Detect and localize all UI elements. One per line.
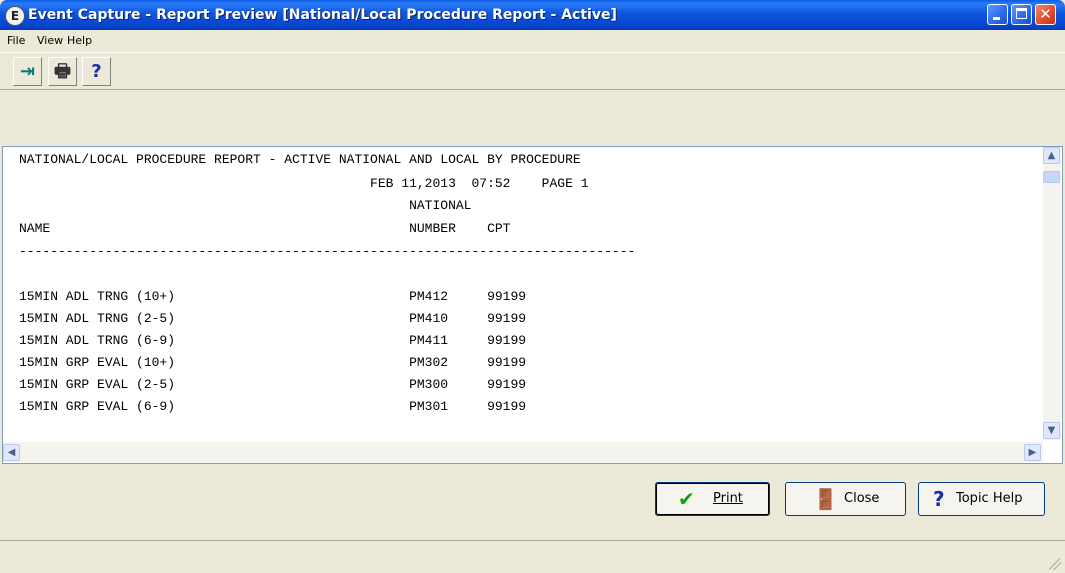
- report-line: NAME NUMBER CPT: [19, 221, 511, 236]
- status-bar: [0, 540, 1065, 573]
- report-line: FEB 11,2013 07:52 PAGE 1: [19, 176, 589, 191]
- horizontal-scrollbar[interactable]: ◀ ▶: [3, 442, 1043, 462]
- scroll-up-icon[interactable]: ▲: [1043, 147, 1060, 164]
- print-button-label: Print: [713, 491, 743, 506]
- menu-view[interactable]: View: [37, 33, 63, 49]
- question-icon: ?: [933, 487, 945, 511]
- report-row: 15MIN ADL TRNG (6-9) PM411 99199: [19, 333, 527, 348]
- scroll-down-icon[interactable]: ▼: [1043, 422, 1060, 439]
- window-title: Event Capture - Report Preview [National…: [28, 7, 617, 23]
- report-line: NATIONAL: [19, 198, 472, 213]
- vertical-scroll-thumb[interactable]: [1043, 171, 1060, 183]
- close-button[interactable]: 🚪 Close: [785, 482, 906, 516]
- vertical-scrollbar[interactable]: ▲ ▼: [1043, 147, 1061, 440]
- question-icon: ?: [91, 61, 102, 82]
- report-row: 15MIN GRP EVAL (6-9) PM301 99199: [19, 399, 527, 414]
- exit-toolbar-button[interactable]: ⇥: [13, 57, 42, 86]
- help-toolbar-button[interactable]: ?: [82, 57, 111, 86]
- report-viewer[interactable]: NATIONAL/LOCAL PROCEDURE REPORT - ACTIVE…: [2, 146, 1063, 464]
- door-exit-icon: 🚪: [813, 487, 838, 511]
- report-row: 15MIN ADL TRNG (10+) PM412 99199: [19, 289, 527, 304]
- menu-help[interactable]: Help: [67, 33, 92, 49]
- maximize-button[interactable]: [1011, 4, 1032, 25]
- scroll-left-icon[interactable]: ◀: [3, 444, 20, 461]
- report-row: 15MIN ADL TRNG (2-5) PM410 99199: [19, 311, 527, 326]
- close-icon: ✕: [1039, 5, 1052, 23]
- close-window-button[interactable]: ✕: [1035, 4, 1056, 25]
- topic-help-button[interactable]: ? Topic Help: [918, 482, 1045, 516]
- checkmark-icon: ✔: [678, 487, 695, 511]
- resize-grip-icon[interactable]: [1049, 558, 1061, 570]
- minimize-icon: [993, 17, 1000, 20]
- report-preview-window: E Event Capture - Report Preview [Nation…: [0, 0, 1065, 573]
- print-button[interactable]: ✔ Print: [655, 482, 770, 516]
- report-line: NATIONAL/LOCAL PROCEDURE REPORT - ACTIVE…: [19, 152, 581, 167]
- menu-file[interactable]: File: [7, 33, 25, 49]
- maximize-icon: [1016, 8, 1027, 19]
- title-bar[interactable]: E Event Capture - Report Preview [Nation…: [0, 0, 1065, 30]
- print-toolbar-button[interactable]: 🖶: [48, 57, 77, 86]
- toolbar: ⇥ 🖶 ?: [0, 52, 1065, 90]
- report-row: 15MIN GRP EVAL (10+) PM302 99199: [19, 355, 527, 370]
- close-button-label: Close: [844, 491, 880, 506]
- app-e-icon[interactable]: E: [5, 6, 25, 26]
- exit-door-icon: ⇥: [19, 61, 36, 82]
- report-row: 15MIN GRP EVAL (2-5) PM300 99199: [19, 377, 527, 392]
- scroll-right-icon[interactable]: ▶: [1024, 444, 1041, 461]
- topic-help-button-label: Topic Help: [956, 491, 1023, 506]
- minimize-button[interactable]: [987, 4, 1008, 25]
- menu-bar: File View Help: [0, 30, 1065, 52]
- report-line: ----------------------------------------…: [19, 244, 636, 259]
- printer-icon: 🖶: [54, 61, 71, 82]
